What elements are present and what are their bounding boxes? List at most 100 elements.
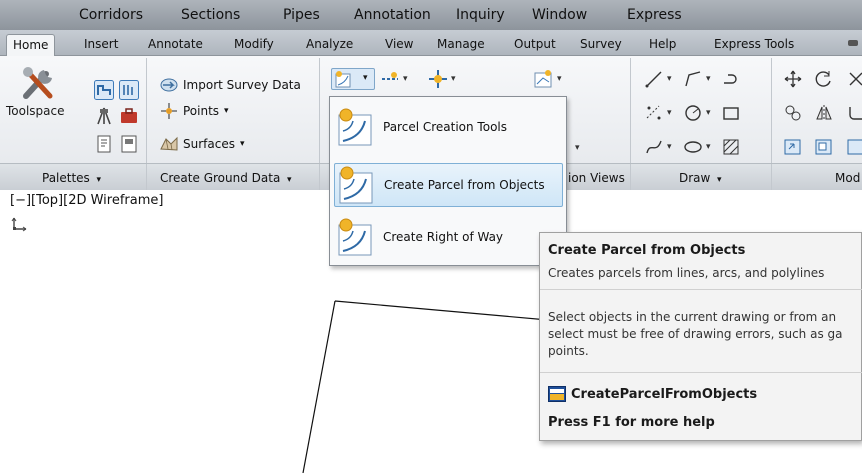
modify-panel-label[interactable]: Mod	[835, 171, 860, 185]
tooltip-title: Create Parcel from Objects	[548, 243, 746, 258]
rectangle-icon[interactable]	[721, 103, 741, 123]
mirror-icon[interactable]	[814, 103, 834, 123]
chevron-down-icon: ▾	[714, 175, 722, 185]
profile-view-dropdown-icon: ▾	[557, 74, 562, 84]
rotate-icon[interactable]	[814, 69, 834, 89]
tab-survey[interactable]: Survey	[580, 37, 622, 51]
import-survey-data-button[interactable]: Import Survey Data	[160, 76, 301, 94]
minimize-ribbon-icon[interactable]	[848, 40, 858, 46]
spline-icon[interactable]	[644, 137, 664, 157]
ellipse-icon[interactable]	[683, 137, 703, 157]
array-icon[interactable]	[846, 137, 862, 157]
create-ground-data-panel-label[interactable]: Create Ground Data ▾	[160, 171, 292, 185]
command-tooltip: Create Parcel from Objects Creates parce…	[539, 232, 862, 441]
menu-item-parcel-creation-tools[interactable]: Parcel Creation Tools	[334, 105, 563, 149]
parcel-split-button[interactable]: ▾	[331, 68, 375, 90]
tooltip-command-row: CreateParcelFromObjects	[548, 386, 757, 402]
palettes-panel-label[interactable]: Palettes ▾	[42, 171, 101, 185]
menu-pipes[interactable]: Pipes	[283, 7, 320, 23]
copy-icon[interactable]	[783, 103, 803, 123]
tab-modify[interactable]: Modify	[234, 37, 274, 51]
grading-icon[interactable]	[428, 69, 448, 89]
toolspace-label: Toolspace	[6, 104, 65, 118]
menu-express[interactable]: Express	[627, 7, 682, 23]
tooltip-help-hint: Press F1 for more help	[548, 415, 715, 430]
toolbox-icon[interactable]	[119, 106, 139, 126]
line-dropdown-icon: ▾	[667, 74, 672, 84]
points-dropdown-icon: ▾	[224, 106, 229, 116]
move-icon[interactable]	[783, 69, 803, 89]
profile-section-views-panel-label[interactable]: ion Views	[568, 171, 625, 185]
menu-item-label: Create Right of Way	[383, 230, 504, 244]
spline-dropdown-icon: ▾	[667, 142, 672, 152]
surfaces-label: Surfaces	[183, 137, 235, 151]
properties-icon[interactable]	[94, 134, 114, 154]
points-icon	[161, 103, 177, 119]
tab-help[interactable]: Help	[649, 37, 676, 51]
parcel-dropdown-menu: Parcel Creation Tools Create Parcel from…	[329, 96, 567, 266]
toolspace-button[interactable]: Toolspace	[6, 62, 72, 118]
surfaces-dropdown-icon: ▾	[239, 139, 245, 149]
line-icon[interactable]	[644, 69, 664, 89]
profile-view-icon[interactable]	[534, 69, 554, 89]
tooltip-detail-line: select must be free of drawing errors, s…	[548, 327, 843, 341]
polyline-dropdown-icon: ▾	[706, 74, 711, 84]
parcel-icon	[335, 71, 351, 88]
feature-line-icon[interactable]	[380, 69, 400, 89]
settings-tree-icon[interactable]	[119, 80, 139, 100]
trim-icon[interactable]	[846, 69, 862, 89]
menu-item-create-parcel-from-objects[interactable]: Create Parcel from Objects	[334, 163, 563, 207]
ellipse-dropdown-icon: ▾	[706, 142, 711, 152]
circle-icon[interactable]	[683, 103, 703, 123]
hatch-icon[interactable]	[721, 137, 741, 157]
point-style-icon[interactable]	[644, 103, 664, 123]
tab-manage[interactable]: Manage	[437, 37, 485, 51]
menu-bar: Corridors Sections Pipes Annotation Inqu…	[0, 0, 862, 30]
command-icon	[548, 386, 566, 402]
create-parcel-from-objects-icon	[339, 166, 373, 204]
create-right-of-way-icon	[338, 218, 372, 256]
tab-insert[interactable]: Insert	[84, 37, 118, 51]
palettes-panel-text: Palettes	[42, 171, 90, 185]
tab-express-tools[interactable]: Express Tools	[714, 37, 794, 51]
tab-view[interactable]: View	[385, 37, 413, 51]
tooltip-description: Creates parcels from lines, arcs, and po…	[548, 266, 825, 280]
tab-home[interactable]: Home	[6, 34, 56, 57]
menu-item-label: Create Parcel from Objects	[384, 178, 545, 192]
import-survey-icon	[160, 78, 178, 92]
tooltip-divider	[540, 372, 862, 373]
menu-item-label: Parcel Creation Tools	[383, 120, 507, 134]
menu-window[interactable]: Window	[532, 7, 587, 23]
polyline-arc-icon[interactable]	[721, 69, 741, 89]
tooltip-detail: Select objects in the current drawing or…	[548, 309, 862, 360]
surfaces-button[interactable]: Surfaces ▾	[160, 135, 245, 153]
circle-dropdown-icon: ▾	[706, 108, 711, 118]
menu-corridors[interactable]: Corridors	[79, 7, 143, 23]
survey-icon[interactable]	[94, 106, 114, 126]
grading-dropdown-icon: ▾	[451, 74, 456, 84]
polyline-icon[interactable]	[683, 69, 703, 89]
chevron-down-icon: ▾	[93, 175, 102, 185]
menu-annotation[interactable]: Annotation	[354, 7, 431, 23]
stretch-icon[interactable]	[783, 137, 803, 157]
create-ground-data-panel-text: Create Ground Data	[160, 171, 281, 185]
tab-analyze[interactable]: Analyze	[306, 37, 353, 51]
sheet-set-icon[interactable]	[119, 134, 139, 154]
draw-panel-text: Draw	[679, 171, 711, 185]
tab-output[interactable]: Output	[514, 37, 556, 51]
points-button[interactable]: Points ▾	[160, 102, 229, 120]
menu-item-create-right-of-way[interactable]: Create Right of Way	[334, 215, 563, 259]
draw-panel-label[interactable]: Draw ▾	[679, 171, 722, 185]
parcel-creation-tools-icon	[338, 108, 372, 146]
scale-icon[interactable]	[814, 137, 834, 157]
import-survey-label: Import Survey Data	[183, 78, 301, 92]
surfaces-icon	[160, 136, 178, 151]
menu-sections[interactable]: Sections	[181, 7, 240, 23]
toolspace-icon	[23, 67, 53, 99]
prospector-icon[interactable]	[94, 80, 114, 100]
fillet-icon[interactable]	[846, 103, 862, 123]
ribbon-tab-bar: Home Insert Annotate Modify Analyze View…	[0, 30, 862, 57]
menu-inquiry[interactable]: Inquiry	[456, 7, 505, 23]
feature-line-dropdown-icon: ▾	[403, 74, 408, 84]
tab-annotate[interactable]: Annotate	[148, 37, 203, 51]
